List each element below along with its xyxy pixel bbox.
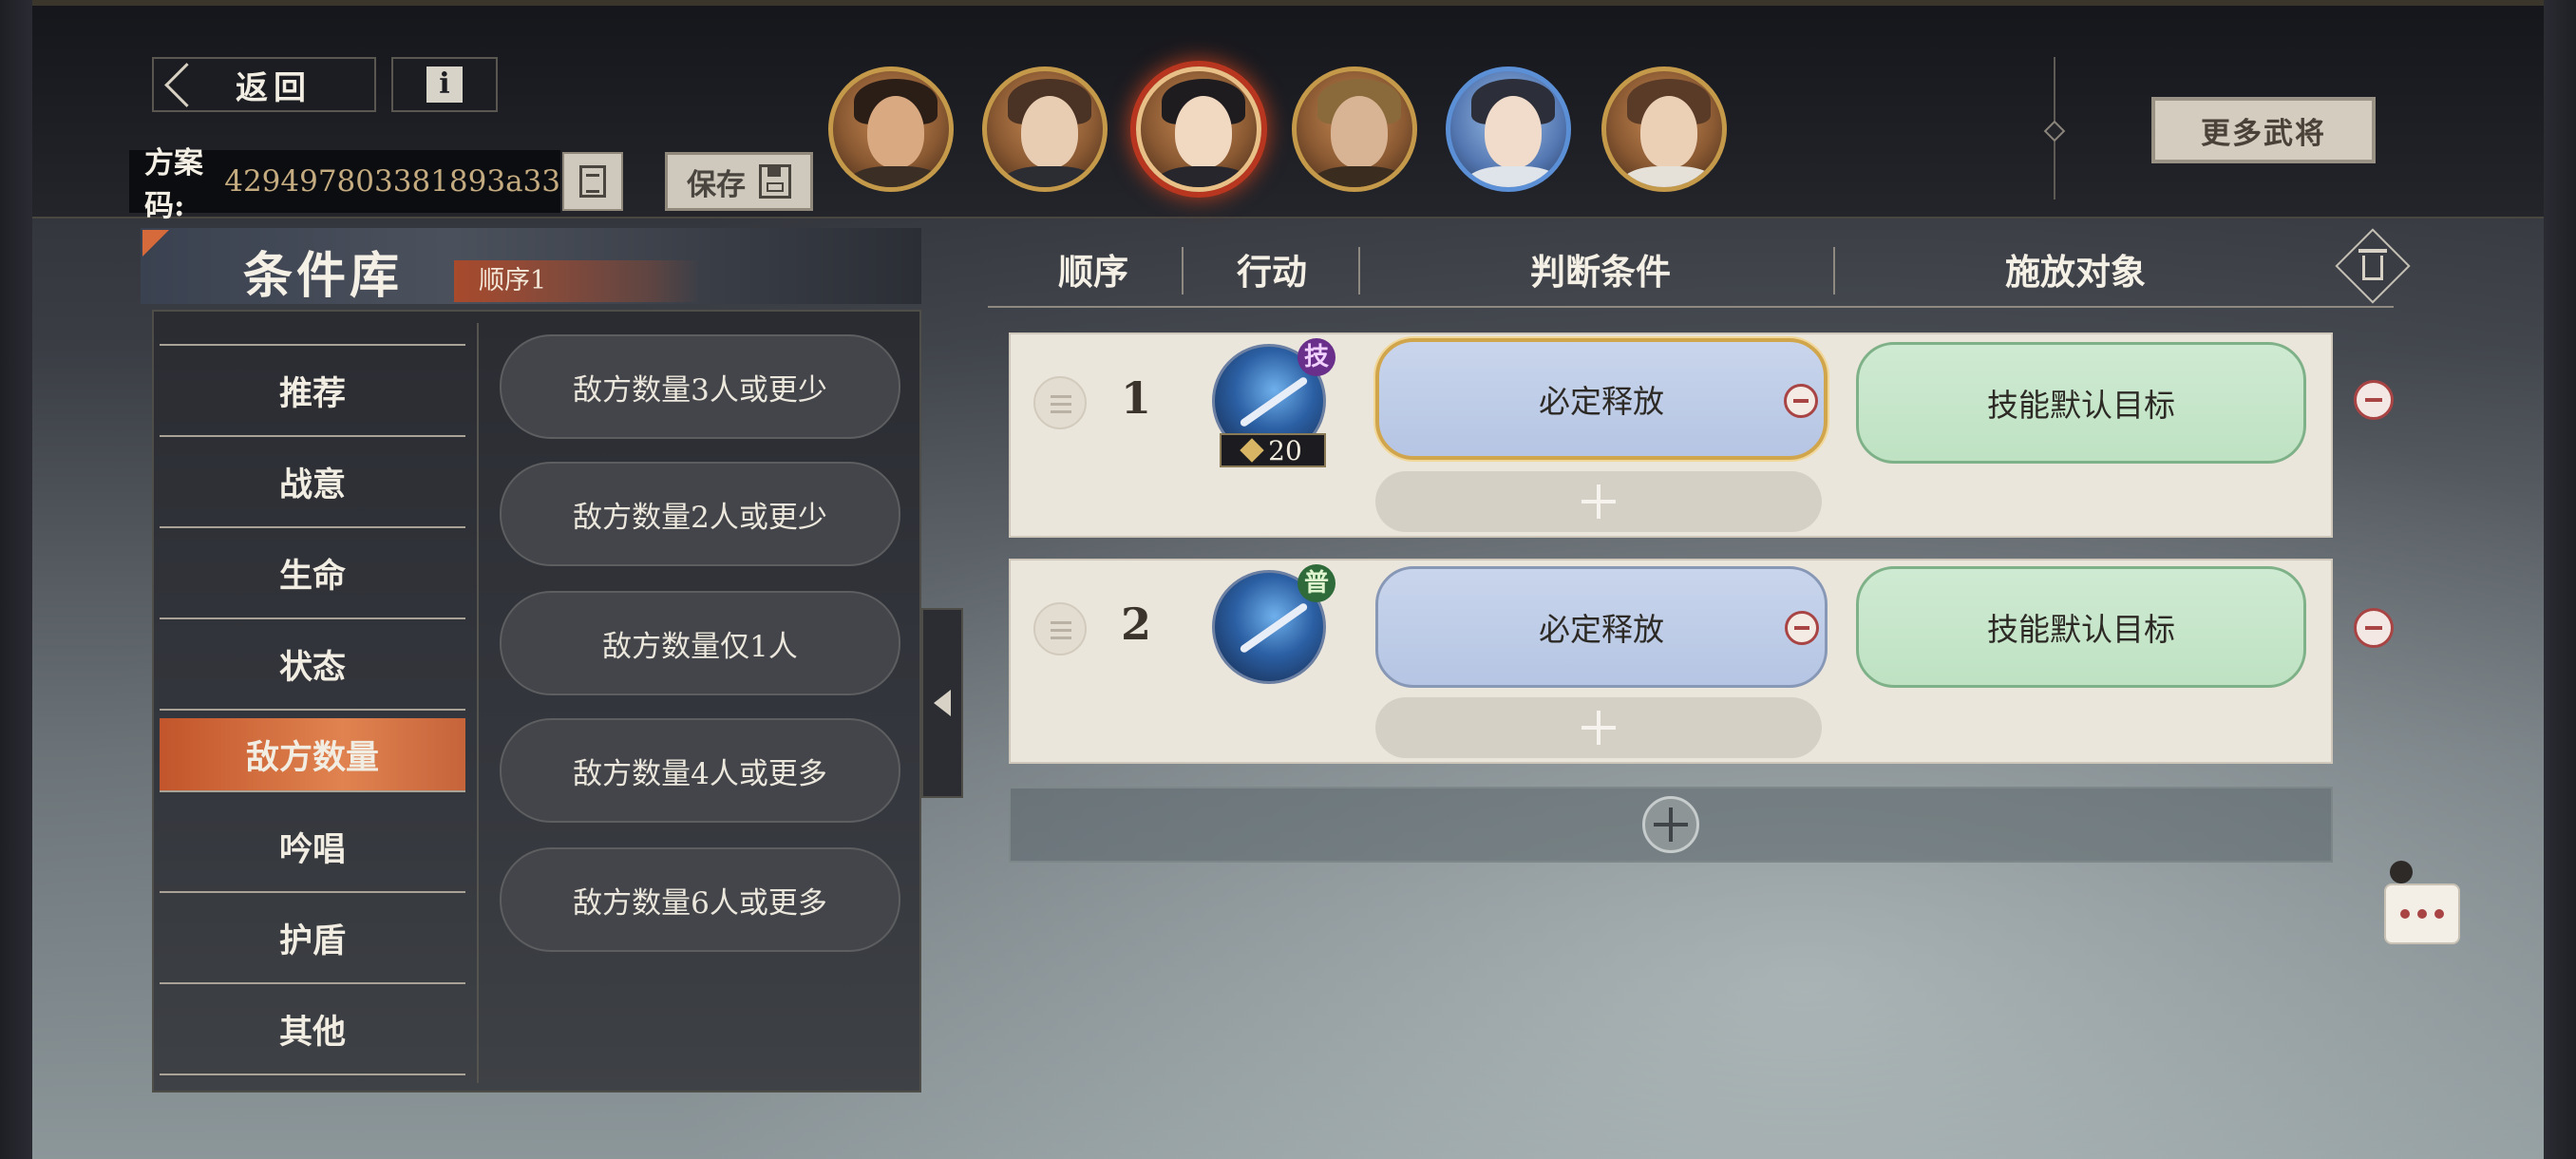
condition-option[interactable]: 敌方数量2人或更少 (500, 462, 900, 566)
category-item-recommend[interactable]: 推荐 (160, 346, 465, 437)
category-item-fighting-spirit[interactable]: 战意 (160, 437, 465, 528)
category-list[interactable]: 推荐 战意 生命 状态 敌方数量 吟唱 护盾 其他 (160, 323, 465, 1083)
avatar-face (1021, 96, 1078, 168)
collapse-panel-button[interactable] (921, 608, 963, 798)
hero-avatar-3-selected[interactable] (1136, 66, 1261, 192)
add-circle-icon (1642, 796, 1699, 853)
left-border (0, 0, 32, 1159)
header-order: 顺序 (1058, 251, 1128, 293)
save-disk-icon (759, 164, 791, 199)
target-pill[interactable]: 技能默认目标 (1856, 566, 2306, 688)
avatar-face (1485, 96, 1542, 168)
category-item-status[interactable]: 状态 (160, 619, 465, 711)
header-target: 施放对象 (2005, 251, 2146, 293)
plus-icon (1654, 808, 1688, 842)
chat-dot (2434, 909, 2444, 919)
triangle-left-icon (934, 690, 951, 716)
hero-avatar-1[interactable] (828, 66, 954, 192)
back-label: 返回 (236, 68, 312, 107)
add-condition-button[interactable] (1375, 471, 1822, 532)
hero-avatar-4[interactable] (1292, 66, 1417, 192)
skill-cost: 20 (1220, 433, 1326, 467)
avatar-face (1331, 96, 1388, 168)
remove-row-icon[interactable] (2354, 608, 2394, 648)
hero-avatar-6[interactable] (1601, 66, 1727, 192)
header-underline (988, 306, 2394, 308)
strategy-row-1: 1 技 20 必定释放 技能默认目标 (1009, 332, 2333, 538)
header-separator (1358, 247, 1360, 294)
cost-diamond-icon (1240, 438, 1264, 463)
chat-bird-icon (2390, 861, 2413, 884)
condition-option[interactable]: 敌方数量4人或更多 (500, 718, 900, 823)
skill-type-badge: 技 (1297, 338, 1335, 376)
remove-condition-icon[interactable] (1785, 611, 1819, 645)
trash-icon (2358, 249, 2387, 281)
condition-pill[interactable]: 必定释放 (1375, 338, 1828, 460)
chat-button[interactable] (2384, 884, 2460, 944)
right-border (2544, 0, 2576, 1159)
hero-avatar-5[interactable] (1446, 66, 1571, 192)
category-item-chant[interactable]: 吟唱 (160, 802, 465, 893)
header-corner-accent (142, 230, 169, 256)
info-button[interactable]: i (391, 57, 498, 112)
category-item-other[interactable]: 其他 (160, 984, 465, 1075)
condition-pill[interactable]: 必定释放 (1375, 566, 1828, 688)
condition-pill-label: 必定释放 (1539, 611, 1664, 648)
condition-library-title: 条件库 (243, 247, 404, 305)
row-order-number: 2 (1120, 598, 1151, 650)
category-item-hp[interactable]: 生命 (160, 528, 465, 619)
condition-option[interactable]: 敌方数量仅1人 (500, 591, 900, 695)
scheme-code-value: 429497803381893a33 (224, 164, 560, 199)
remove-condition-icon[interactable] (1784, 384, 1818, 418)
condition-option[interactable]: 敌方数量3人或更少 (500, 334, 900, 439)
target-pill[interactable]: 技能默认目标 (1856, 342, 2306, 464)
chat-dot (2417, 909, 2427, 919)
strategy-row-2: 2 普 必定释放 技能默认目标 (1009, 559, 2333, 764)
header-condition: 判断条件 (1530, 251, 1671, 293)
scheme-code-label: 方案码: (144, 146, 203, 223)
avatar-face (1640, 96, 1697, 168)
add-condition-button[interactable] (1375, 697, 1822, 758)
category-item-shield[interactable]: 护盾 (160, 893, 465, 984)
header-action: 行动 (1237, 251, 1307, 293)
row-order-number: 1 (1120, 372, 1151, 424)
add-strategy-row[interactable] (1009, 787, 2333, 863)
category-separator (477, 323, 479, 1083)
condition-pill-label: 必定释放 (1539, 383, 1664, 420)
avatar-face (867, 96, 924, 168)
skill-cost-value: 20 (1268, 434, 1302, 466)
header-separator (1182, 247, 1184, 294)
header-separator (1833, 247, 1835, 294)
back-arrow-icon (158, 60, 207, 109)
plus-icon (1582, 484, 1616, 519)
condition-option[interactable]: 敌方数量6人或更多 (500, 847, 900, 952)
avatar-face (1175, 96, 1232, 168)
drag-handle-icon[interactable] (1033, 602, 1087, 656)
hero-avatar-2[interactable] (982, 66, 1108, 192)
plus-icon (1582, 711, 1616, 745)
category-item-enemy-count[interactable]: 敌方数量 (160, 718, 465, 792)
save-button[interactable]: 保存 (665, 152, 813, 211)
copy-scheme-button[interactable] (562, 152, 623, 211)
info-icon: i (426, 66, 463, 103)
document-icon (579, 165, 606, 198)
order-tag: 顺序1 (454, 260, 701, 302)
chat-dot (2400, 909, 2410, 919)
category-item-scrolled (160, 317, 465, 346)
drag-handle-icon[interactable] (1033, 376, 1087, 429)
save-label: 保存 (687, 167, 746, 202)
skill-type-badge: 普 (1297, 564, 1335, 602)
scheme-code-box: 方案码: 429497803381893a33 (129, 146, 560, 223)
more-generals-button[interactable]: 更多武将 (2151, 97, 2376, 163)
remove-row-icon[interactable] (2354, 380, 2394, 420)
back-button[interactable]: 返回 (152, 57, 376, 112)
